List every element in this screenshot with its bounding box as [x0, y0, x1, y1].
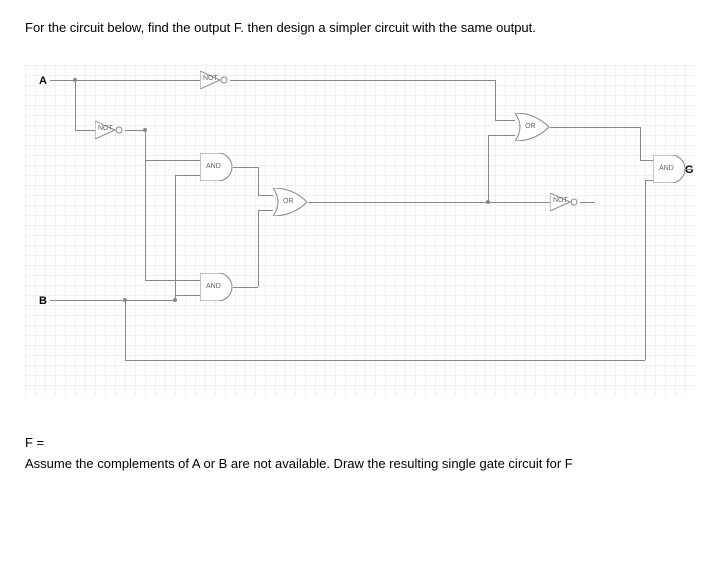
- and-gate-1: AND: [200, 153, 236, 181]
- input-a-label: A: [39, 75, 47, 87]
- or-gate-2: OR: [515, 113, 553, 141]
- or-gate-1: OR: [273, 188, 311, 216]
- assumption-line: Assume the complements of A or B are not…: [25, 456, 692, 471]
- question-prompt: For the circuit below, find the output F…: [25, 20, 692, 35]
- footer-section: F = Assume the complements of A or B are…: [25, 435, 692, 471]
- and-gate-2: AND: [200, 273, 236, 301]
- not-gate-2: NOT: [95, 121, 125, 139]
- not-gate-3: NOT: [550, 193, 580, 211]
- circuit-diagram: A B G NOT NOT AND: [25, 65, 695, 395]
- f-equals-line: F =: [25, 435, 692, 450]
- and-gate-3: AND: [653, 155, 689, 183]
- not-gate-1: NOT: [200, 71, 230, 89]
- input-b-label: B: [39, 295, 47, 307]
